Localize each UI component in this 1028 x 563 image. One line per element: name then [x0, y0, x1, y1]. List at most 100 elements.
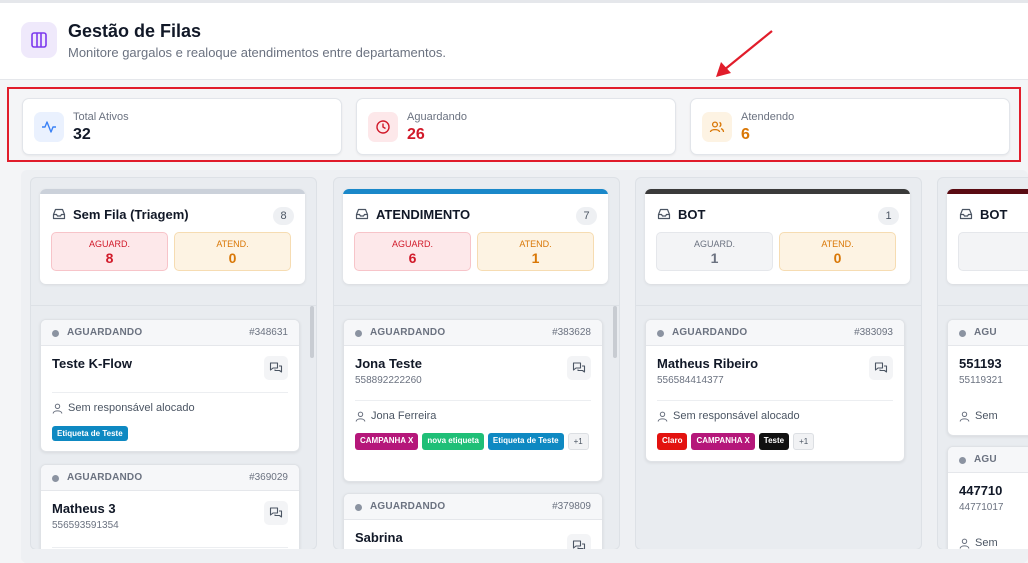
serving-label: ATEND.: [216, 239, 249, 249]
tag-badge[interactable]: Etiqueta de Teste: [487, 433, 564, 450]
chat-icon[interactable]: [264, 356, 288, 380]
tag-list: Etiqueta de Teste: [52, 426, 291, 441]
contact-name: 551193: [959, 356, 1002, 371]
ticket-status: AGUARDANDO: [672, 327, 748, 338]
agent-name: Sem: [975, 537, 998, 549]
tag-list: CAMPANHA X nova etiqueta Etiqueta de Tes…: [355, 433, 594, 450]
card-separator: [355, 400, 591, 401]
waiting-label: AGUARD.: [693, 239, 735, 249]
column-color-bar: [343, 189, 608, 194]
ticket-status: AGU: [974, 454, 997, 465]
serving-value: 0: [833, 250, 842, 266]
status-dot: [52, 330, 59, 337]
status-dot: [657, 330, 664, 337]
waiting-counter: A: [958, 232, 1028, 271]
ticket-status: AGUARDANDO: [67, 472, 143, 483]
contact-name: Teste K-Flow: [52, 356, 132, 371]
more-tags-badge[interactable]: +1: [793, 433, 815, 450]
card-separator: [657, 400, 893, 401]
assigned-agent: Sem responsável alocado: [657, 410, 800, 422]
tag-badge[interactable]: CAMPANHA X: [355, 433, 419, 450]
chat-icon[interactable]: [567, 534, 591, 549]
contact-name: 447710: [959, 483, 1003, 498]
status-dot: [355, 504, 362, 511]
column-header[interactable]: BOT 1 AGUARD. 1 ATEND. 0: [645, 189, 910, 284]
card-separator: [52, 392, 288, 393]
queue-column-atendimento: ATENDIMENTO 7 AGUARD. 6 ATEND. 1 AGUARDA…: [333, 177, 620, 550]
ticket-card[interactable]: AGUARDANDO #348631 Teste K-Flow Sem resp…: [40, 319, 300, 452]
serving-label: ATEND.: [519, 239, 552, 249]
chat-icon[interactable]: [869, 356, 893, 380]
serving-value: 0: [228, 250, 237, 266]
scrollbar[interactable]: [613, 306, 617, 358]
user-icon: [52, 403, 63, 414]
page-title: Gestão de Filas: [68, 21, 202, 41]
annotation-arrow: [716, 30, 773, 77]
tag-badge[interactable]: CAMPANHA X: [691, 433, 755, 450]
stat-label: Total Ativos: [73, 111, 129, 123]
tag-badge[interactable]: Etiqueta de Teste: [52, 426, 128, 441]
user-icon: [959, 538, 970, 549]
column-header[interactable]: Sem Fila (Triagem) 8 AGUARD. 8 ATEND. 0: [40, 189, 305, 284]
column-title: BOT: [678, 207, 706, 222]
ticket-card[interactable]: AGUARDANDO #369029 Matheus 3 55659359135…: [40, 464, 300, 549]
agent-name: Sem: [975, 410, 998, 422]
column-title: ATENDIMENTO: [376, 207, 471, 222]
users-icon: [702, 112, 732, 142]
tag-badge[interactable]: nova etiqueta: [422, 433, 484, 450]
waiting-counter: AGUARD. 8: [51, 232, 168, 271]
column-count-badge: 7: [576, 207, 597, 225]
assigned-agent: Sem: [959, 410, 998, 422]
page-subtitle: Monitore gargalos e realoque atendimento…: [68, 45, 446, 60]
ticket-card[interactable]: AGU 551193 55119321 Sem: [947, 319, 1028, 436]
assigned-agent: Sem responsável alocado: [52, 402, 195, 414]
stat-label: Atendendo: [741, 111, 795, 123]
queue-column-bot-2: BOT A AGU 551193 55119321 Sem AGU 447710: [937, 177, 1028, 550]
ticket-id: #383628: [552, 327, 591, 338]
card-header: AGUARDANDO #348631: [41, 320, 299, 346]
inbox-icon: [657, 208, 671, 220]
column-color-bar: [947, 189, 1028, 194]
clock-icon: [368, 112, 398, 142]
tag-badge[interactable]: Teste: [758, 433, 790, 450]
ticket-card[interactable]: AGUARDANDO #383628 Jona Teste 5588922222…: [343, 319, 603, 482]
ticket-card[interactable]: AGUARDANDO #383093 Matheus Ribeiro 55658…: [645, 319, 905, 462]
inbox-icon: [355, 208, 369, 220]
stat-label: Aguardando: [407, 111, 467, 123]
ticket-id: #379809: [552, 501, 591, 512]
contact-name: Sabrina: [355, 530, 403, 545]
scrollbar[interactable]: [310, 306, 314, 358]
column-divider: [334, 305, 619, 306]
contact-phone: 556584414377: [657, 375, 724, 386]
chat-icon[interactable]: [264, 501, 288, 525]
column-count-badge: 8: [273, 207, 294, 225]
ticket-card[interactable]: AGUARDANDO #379809 Sabrina: [343, 493, 603, 549]
serving-value: 1: [531, 250, 540, 266]
stat-value: 32: [73, 126, 91, 143]
queue-board: Sem Fila (Triagem) 8 AGUARD. 8 ATEND. 0 …: [21, 170, 1028, 563]
waiting-value: 8: [105, 250, 114, 266]
assigned-agent: Jona Ferreira: [355, 410, 436, 422]
column-divider: [31, 305, 316, 306]
column-color-bar: [40, 189, 305, 194]
card-header: AGU: [948, 320, 1028, 346]
card-separator: [52, 547, 288, 548]
serving-counter: ATEND. 1: [477, 232, 594, 271]
stat-value: 26: [407, 126, 425, 143]
stat-card-aguardando: Aguardando 26: [356, 98, 676, 155]
agent-name: Sem responsável alocado: [68, 402, 195, 414]
waiting-value: 6: [408, 250, 417, 266]
column-title: BOT: [980, 207, 1008, 222]
contact-phone: 558892222260: [355, 375, 422, 386]
more-tags-badge[interactable]: +1: [567, 433, 589, 450]
column-color-bar: [645, 189, 910, 194]
column-header[interactable]: BOT A: [947, 189, 1028, 284]
chat-icon[interactable]: [567, 356, 591, 380]
tag-badge[interactable]: Claro: [657, 433, 688, 450]
ticket-card[interactable]: AGU 447710 44771017 Sem: [947, 446, 1028, 549]
board-bottom-edge: [21, 549, 1028, 563]
contact-name: Jona Teste: [355, 356, 422, 371]
assigned-agent: Sem: [959, 537, 998, 549]
column-header[interactable]: ATENDIMENTO 7 AGUARD. 6 ATEND. 1: [343, 189, 608, 284]
card-header: AGU: [948, 447, 1028, 473]
